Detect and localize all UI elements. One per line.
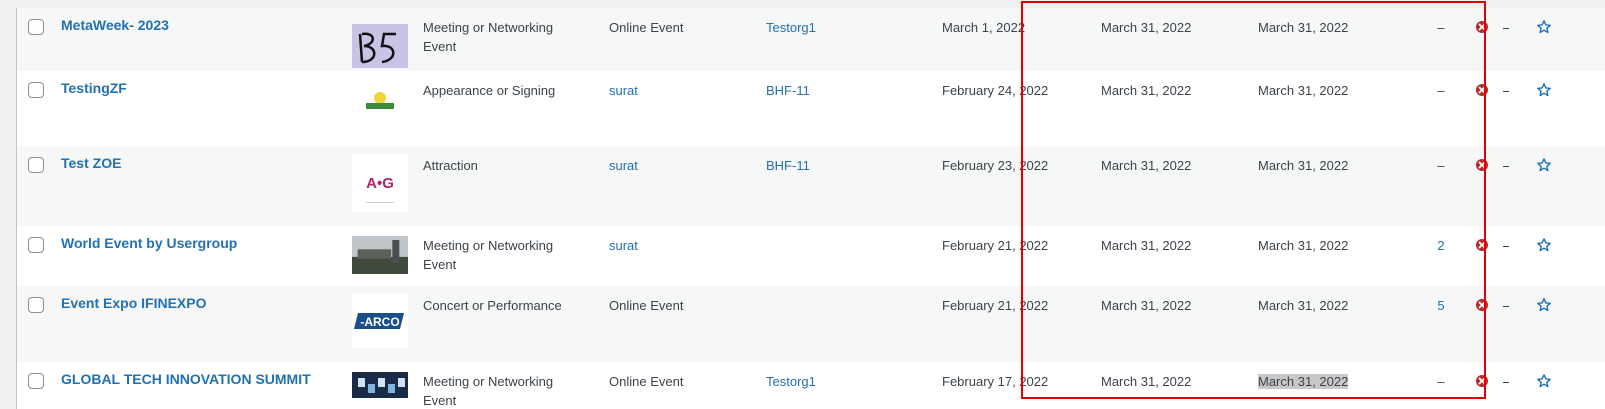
- attendee-count: –: [1437, 374, 1445, 389]
- x-circle-icon[interactable]: [1474, 297, 1490, 313]
- event-title-link[interactable]: TestingZF: [61, 79, 331, 98]
- svg-text:-ARCO: -ARCO: [360, 315, 399, 329]
- x-circle-icon[interactable]: [1474, 19, 1490, 35]
- event-organizer-link[interactable]: Testorg1: [766, 372, 916, 391]
- attendee-count: –: [1437, 158, 1445, 173]
- event-location: Online Event: [609, 20, 684, 35]
- event-organizer-link[interactable]: Testorg1: [766, 18, 916, 37]
- event-thumbnail: [352, 89, 408, 113]
- column-separator-dash: [1503, 306, 1509, 307]
- date-end-text: March 31, 2022: [1258, 83, 1349, 98]
- event-thumbnail: A•G: [352, 154, 408, 212]
- event-category: Meeting or Networking Event: [423, 238, 554, 272]
- date-start: March 31, 2022: [1101, 298, 1192, 313]
- svg-text:A•G: A•G: [366, 175, 394, 192]
- row-select-checkbox[interactable]: [28, 19, 44, 35]
- star-outline-icon[interactable]: [1536, 157, 1552, 173]
- table-row: Event Expo IFINEXPO -ARCO Concert or Perfo…: [17, 286, 1605, 362]
- date-end-text: March 31, 2022: [1258, 20, 1349, 35]
- star-outline-icon[interactable]: [1536, 237, 1552, 253]
- table-row: GLOBAL TECH INNOVATION SUMMIT Meeting or …: [17, 362, 1605, 409]
- row-select-checkbox[interactable]: [28, 157, 44, 173]
- event-category: Meeting or Networking Event: [423, 20, 554, 54]
- date-created: February 17, 2022: [942, 374, 1049, 389]
- x-circle-icon[interactable]: [1474, 157, 1490, 173]
- row-select-checkbox[interactable]: [28, 237, 44, 253]
- event-organizer-link[interactable]: BHF-11: [766, 81, 916, 100]
- date-end: March 31, 2022: [1258, 236, 1378, 255]
- date-created: March 1, 2022: [942, 20, 1026, 35]
- event-location[interactable]: surat: [609, 236, 749, 255]
- event-title-link[interactable]: World Event by Usergroup: [61, 234, 331, 253]
- date-end-text: March 31, 2022: [1258, 374, 1349, 389]
- row-select-checkbox[interactable]: [28, 82, 44, 98]
- column-separator-dash: [1503, 382, 1509, 383]
- event-category: Meeting or Networking Event: [423, 374, 554, 408]
- date-end: March 31, 2022: [1258, 372, 1378, 391]
- attendee-count: –: [1437, 20, 1445, 35]
- date-start: March 31, 2022: [1101, 83, 1192, 98]
- table-row: MetaWeek- 2023 Meeting or Networking Even…: [17, 8, 1605, 71]
- star-outline-icon[interactable]: [1536, 297, 1552, 313]
- star-outline-icon[interactable]: [1536, 19, 1552, 35]
- star-outline-icon[interactable]: [1536, 82, 1552, 98]
- date-end-text: March 31, 2022: [1258, 298, 1349, 313]
- x-circle-icon[interactable]: [1474, 237, 1490, 253]
- event-thumbnail: -ARCO: [352, 294, 408, 348]
- event-location[interactable]: surat: [609, 156, 749, 175]
- event-location: Online Event: [609, 374, 684, 389]
- date-start: March 31, 2022: [1101, 158, 1192, 173]
- date-end-text: March 31, 2022: [1258, 238, 1349, 253]
- column-separator-dash: [1503, 28, 1509, 29]
- date-end: March 31, 2022: [1258, 296, 1378, 315]
- star-outline-icon[interactable]: [1536, 373, 1552, 389]
- event-category: Appearance or Signing: [423, 83, 556, 98]
- date-created: February 21, 2022: [942, 298, 1049, 313]
- date-start: March 31, 2022: [1101, 374, 1192, 389]
- row-select-checkbox[interactable]: [28, 297, 44, 313]
- event-category: Concert or Performance: [423, 298, 562, 313]
- x-circle-icon[interactable]: [1474, 373, 1490, 389]
- row-select-checkbox[interactable]: [28, 373, 44, 389]
- date-created: February 23, 2022: [942, 158, 1049, 173]
- event-location: Online Event: [609, 298, 684, 313]
- date-created: February 24, 2022: [942, 83, 1049, 98]
- table-top-edge: [0, 0, 1605, 8]
- table-row: World Event by Usergroup Meeting or Netwo…: [17, 226, 1605, 286]
- event-title-link[interactable]: GLOBAL TECH INNOVATION SUMMIT: [61, 370, 331, 389]
- date-start: March 31, 2022: [1101, 238, 1192, 253]
- event-location[interactable]: surat: [609, 81, 749, 100]
- event-title-link[interactable]: MetaWeek- 2023: [61, 16, 331, 35]
- event-title-link[interactable]: Event Expo IFINEXPO: [61, 294, 331, 313]
- event-title-link[interactable]: Test ZOE: [61, 154, 331, 173]
- event-thumbnail: [352, 372, 408, 398]
- events-table: MetaWeek- 2023 Meeting or Networking Even…: [16, 0, 1605, 409]
- event-organizer-link[interactable]: BHF-11: [766, 156, 916, 175]
- table-row: TestingZF Appearance or Signing surat BHF-1…: [17, 71, 1605, 146]
- date-start: March 31, 2022: [1101, 20, 1192, 35]
- date-end-text: March 31, 2022: [1258, 158, 1349, 173]
- event-thumbnail: [352, 24, 408, 68]
- column-separator-dash: [1503, 91, 1509, 92]
- date-end: March 31, 2022: [1258, 156, 1378, 175]
- event-thumbnail: [352, 236, 408, 274]
- attendee-count[interactable]: 5: [1431, 296, 1451, 315]
- attendee-count: –: [1437, 83, 1445, 98]
- table-row: Test ZOE A•G Attraction surat BHF-11 February…: [17, 146, 1605, 226]
- attendee-count[interactable]: 2: [1431, 236, 1451, 255]
- date-end: March 31, 2022: [1258, 81, 1378, 100]
- column-separator-dash: [1503, 166, 1509, 167]
- date-created: February 21, 2022: [942, 238, 1049, 253]
- date-end: March 31, 2022: [1258, 18, 1378, 37]
- x-circle-icon[interactable]: [1474, 82, 1490, 98]
- event-category: Attraction: [423, 158, 478, 173]
- column-separator-dash: [1503, 246, 1509, 247]
